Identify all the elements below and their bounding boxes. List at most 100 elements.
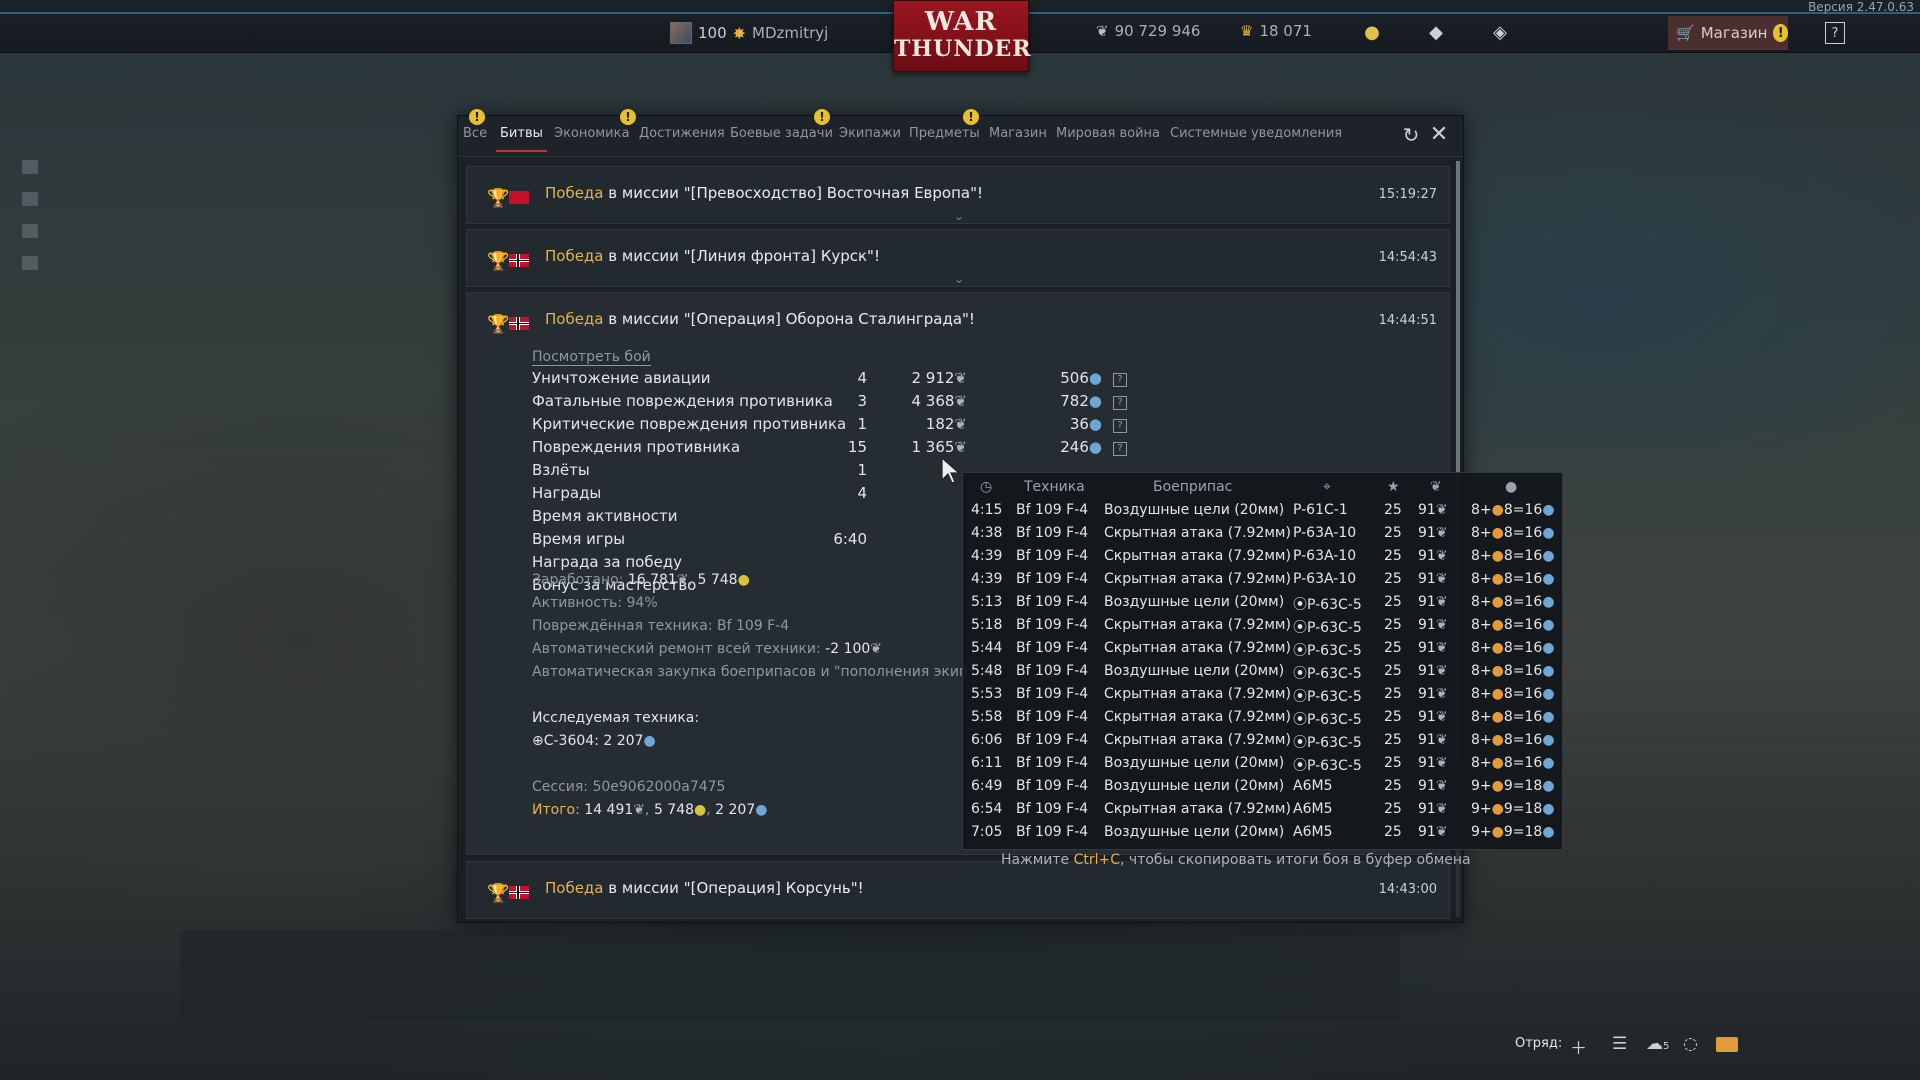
kill-time: 7:05 bbox=[971, 824, 1003, 840]
kill-vehicle: Bf 109 F-4 bbox=[1016, 617, 1089, 633]
kill-silver: 91❦ bbox=[1418, 525, 1448, 541]
tab-shop[interactable]: Магазин bbox=[989, 126, 1047, 141]
kill-target: P-63A-10 bbox=[1293, 571, 1357, 587]
profile-block[interactable]: 100 ✸ MDzmitryj bbox=[670, 22, 828, 44]
kill-ammo: Воздушные цели (20мм) bbox=[1104, 824, 1285, 840]
research-points-icon: ● bbox=[1088, 392, 1102, 410]
mail-icon[interactable] bbox=[1716, 1037, 1738, 1052]
logo-line1: WAR bbox=[924, 7, 998, 37]
alert-icon: ! bbox=[963, 109, 979, 125]
kill-time: 5:48 bbox=[971, 663, 1003, 679]
silver-balance[interactable]: ❦ 90 729 946 bbox=[1096, 22, 1200, 40]
kill-vehicle: Bf 109 F-4 bbox=[1016, 686, 1089, 702]
stat-rp: 782● bbox=[1060, 392, 1102, 410]
kill-vehicle: Bf 109 F-4 bbox=[1016, 502, 1089, 518]
kill-target: ⦿P-63C-5 bbox=[1293, 689, 1362, 705]
kill-row: 5:53 Bf 109 F-4 Скрытная атака (7.92мм) ⦿P-… bbox=[963, 686, 1562, 709]
kill-silver: 91❦ bbox=[1418, 594, 1448, 610]
tab-system-notifications[interactable]: Системные уведомления bbox=[1170, 126, 1342, 141]
stat-silver: 4 368❦ bbox=[911, 392, 967, 410]
decal-icon[interactable]: ◆ bbox=[1424, 20, 1448, 44]
avatar[interactable] bbox=[670, 22, 692, 44]
kill-row: 6:06 Bf 109 F-4 Скрытная атака (7.92мм) ⦿P-… bbox=[963, 732, 1562, 755]
battle-message[interactable]: 🏆 Победа в миссии "[Линия фронта] Курск"… bbox=[466, 229, 1450, 287]
battlepass-icon[interactable]: ◈ bbox=[1488, 20, 1512, 44]
gold-balance[interactable]: ♛ 18 071 bbox=[1240, 22, 1312, 40]
header-ammo: Боеприпас bbox=[1153, 479, 1233, 495]
kill-rp: 8+●8=16● bbox=[1471, 686, 1555, 702]
stat-count: 4 bbox=[857, 484, 867, 502]
silver-lion-icon: ❦ bbox=[954, 415, 967, 433]
silver-amount: 90 729 946 bbox=[1114, 22, 1201, 40]
kill-silver: 91❦ bbox=[1418, 709, 1448, 725]
kill-row: 5:13 Bf 109 F-4 Воздушные цели (20мм) ⦿P-63… bbox=[963, 594, 1562, 617]
message-title: Победа в миссии "[Операция] Корсунь"! bbox=[545, 879, 864, 897]
golden-eagle-icon: ♛ bbox=[1240, 22, 1254, 40]
close-icon[interactable]: ✕ bbox=[1428, 124, 1450, 146]
list-icon[interactable]: ☰ bbox=[1612, 1034, 1627, 1054]
trophy-icon: 🏆 bbox=[487, 314, 510, 335]
research-points-icon: ● bbox=[1542, 663, 1555, 679]
target-marker-icon: ⦿ bbox=[1293, 643, 1307, 659]
battle-message[interactable]: 🏆 Победа в миссии "[Превосходство] Восто… bbox=[466, 166, 1450, 224]
refresh-icon[interactable]: ↻ bbox=[1400, 124, 1422, 146]
kill-row: 5:58 Bf 109 F-4 Скрытная атака (7.92мм) ⦿P-… bbox=[963, 709, 1562, 732]
help-icon[interactable]: ? bbox=[1113, 442, 1127, 456]
research-points-icon: ● bbox=[1088, 369, 1102, 387]
kill-silver: 91❦ bbox=[1418, 571, 1448, 587]
chevron-down-icon[interactable]: ⌄ bbox=[954, 272, 964, 286]
kill-silver: 91❦ bbox=[1418, 548, 1448, 564]
target-marker-icon: ⦿ bbox=[1293, 666, 1307, 682]
help-icon[interactable]: ? bbox=[1113, 419, 1127, 433]
tab-economy[interactable]: ! Экономика bbox=[554, 109, 636, 141]
help-button[interactable]: ? bbox=[1825, 22, 1845, 44]
tab-all[interactable]: ! Все bbox=[463, 109, 487, 141]
kill-row: 4:38 Bf 109 F-4 Скрытная атака (7.92мм) P-6… bbox=[963, 525, 1562, 548]
kill-rp: 8+●8=16● bbox=[1471, 663, 1555, 679]
battle-message[interactable]: 🏆 Победа в миссии "[Операция] Корсунь"! … bbox=[466, 861, 1450, 919]
kill-ammo: Скрытная атака (7.92мм) bbox=[1104, 801, 1291, 817]
research-points-icon: ● bbox=[1542, 571, 1555, 587]
stat-label: Повреждения противника bbox=[532, 438, 741, 456]
add-squad-member-icon[interactable]: ＋ bbox=[1570, 1034, 1587, 1059]
kill-row: 5:44 Bf 109 F-4 Скрытная атака (7.92мм) ⦿P-… bbox=[963, 640, 1562, 663]
tab-battles[interactable]: Битвы bbox=[496, 126, 547, 152]
help-icon[interactable]: ? bbox=[1113, 373, 1127, 387]
tab-crews[interactable]: Экипажи bbox=[839, 126, 901, 141]
kill-ammo: Скрытная атака (7.92мм) bbox=[1104, 709, 1291, 725]
kill-time: 4:39 bbox=[971, 548, 1003, 564]
lightbulb-icon[interactable]: ● bbox=[1360, 20, 1384, 44]
watch-replay-link[interactable]: Посмотреть бой bbox=[532, 349, 651, 366]
silver-lion-icon: ❦ bbox=[1435, 617, 1448, 633]
kill-row: 6:11 Bf 109 F-4 Воздушные цели (20мм) ⦿P-63… bbox=[963, 755, 1562, 778]
research-points-icon: ● bbox=[1542, 709, 1555, 725]
help-icon[interactable]: ? bbox=[1113, 396, 1127, 410]
shop-button[interactable]: 🛒 Магазин ! bbox=[1668, 16, 1788, 50]
kill-vehicle: Bf 109 F-4 bbox=[1016, 548, 1089, 564]
kill-stars: 25 bbox=[1384, 686, 1402, 702]
chevron-down-icon[interactable]: ⌄ bbox=[954, 209, 964, 223]
kill-ammo: Скрытная атака (7.92мм) bbox=[1104, 548, 1291, 564]
message-time: 15:19:27 bbox=[1378, 187, 1437, 202]
kill-vehicle: Bf 109 F-4 bbox=[1016, 594, 1089, 610]
stat-silver: 2 912❦ bbox=[911, 369, 967, 387]
stat-label: Время игры bbox=[532, 530, 626, 548]
kill-ammo: Воздушные цели (20мм) bbox=[1104, 502, 1285, 518]
tab-items[interactable]: ! Предметы bbox=[909, 109, 980, 141]
logo-line2: THUNDER bbox=[894, 36, 1032, 62]
stat-label: Взлёты bbox=[532, 461, 590, 479]
friends-icon[interactable]: ☁5 bbox=[1646, 1034, 1669, 1054]
tab-achievements[interactable]: Достижения bbox=[639, 126, 725, 141]
kill-row: 6:49 Bf 109 F-4 Воздушные цели (20мм) A6M5 2… bbox=[963, 778, 1562, 801]
tab-world-war[interactable]: Мировая война bbox=[1056, 126, 1160, 141]
tab-combat-tasks[interactable]: ! Боевые задачи bbox=[730, 109, 833, 141]
research-value: ⊕С-3604: 2 207● bbox=[532, 733, 656, 749]
target-marker-icon: ⦿ bbox=[1293, 735, 1307, 751]
kill-row: 5:18 Bf 109 F-4 Скрытная атака (7.92мм) ⦿P-… bbox=[963, 617, 1562, 640]
copy-hint: Нажмите Ctrl+C, чтобы скопировать итоги … bbox=[1001, 852, 1471, 868]
war-thunder-logo[interactable]: WAR THUNDER bbox=[893, 0, 1032, 72]
booster-icon: ● bbox=[1491, 824, 1504, 840]
chat-icon[interactable]: ◌ bbox=[1683, 1034, 1698, 1054]
silver-lion-icon: ❦ bbox=[954, 438, 967, 456]
repair-line: Автоматический ремонт всей техники: -2 1… bbox=[532, 641, 883, 657]
